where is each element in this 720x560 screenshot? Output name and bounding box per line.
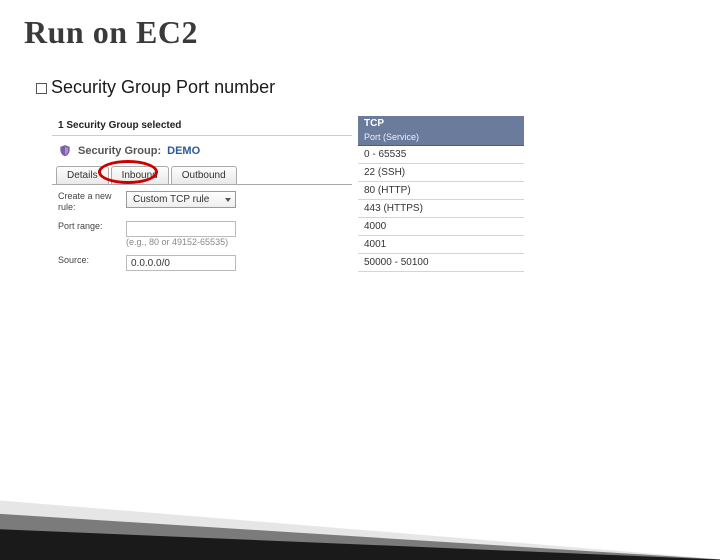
ports-subheader: Port (Service) [358, 131, 524, 146]
table-row: 4000 [358, 218, 524, 236]
create-rule-label: Create a new rule: [58, 191, 118, 213]
slide-title: Run on EC2 [24, 14, 696, 51]
rule-form: Create a new rule: Custom TCP rule Port … [52, 185, 352, 285]
bullet-text: Security Group Port number [51, 77, 275, 97]
security-group-label: Security Group: [78, 145, 161, 157]
shield-icon [58, 144, 72, 158]
source-label: Source: [58, 255, 118, 266]
tab-outbound[interactable]: Outbound [171, 166, 237, 184]
port-range-hint: (e.g., 80 or 49152-65535) [126, 237, 236, 247]
tab-details[interactable]: Details [56, 166, 109, 184]
selection-count: 1 Security Group selected [52, 116, 352, 136]
bullet-line: Security Group Port number [36, 77, 696, 98]
table-row: 22 (SSH) [358, 164, 524, 182]
table-row: 4001 [358, 236, 524, 254]
tab-inbound[interactable]: Inbound [111, 166, 169, 184]
port-range-input[interactable] [126, 221, 236, 237]
ports-table: TCP Port (Service) 0 - 65535 22 (SSH) 80… [358, 116, 524, 285]
table-row: 50000 - 50100 [358, 254, 524, 272]
table-row: 80 (HTTP) [358, 182, 524, 200]
slide-decoration [0, 470, 720, 560]
security-group-row: Security Group: DEMO [52, 142, 352, 166]
bullet-icon [36, 83, 47, 94]
screenshot-panels: 1 Security Group selected Security Group… [52, 116, 696, 285]
tabs: Details Inbound Outbound [52, 166, 352, 185]
port-range-label: Port range: [58, 221, 118, 232]
table-row: 0 - 65535 [358, 146, 524, 164]
rule-type-select[interactable]: Custom TCP rule [126, 191, 236, 208]
table-row: 443 (HTTPS) [358, 200, 524, 218]
security-group-name: DEMO [167, 145, 200, 157]
source-input[interactable]: 0.0.0.0/0 [126, 255, 236, 271]
security-group-panel: 1 Security Group selected Security Group… [52, 116, 352, 285]
ports-header: TCP [358, 116, 524, 131]
